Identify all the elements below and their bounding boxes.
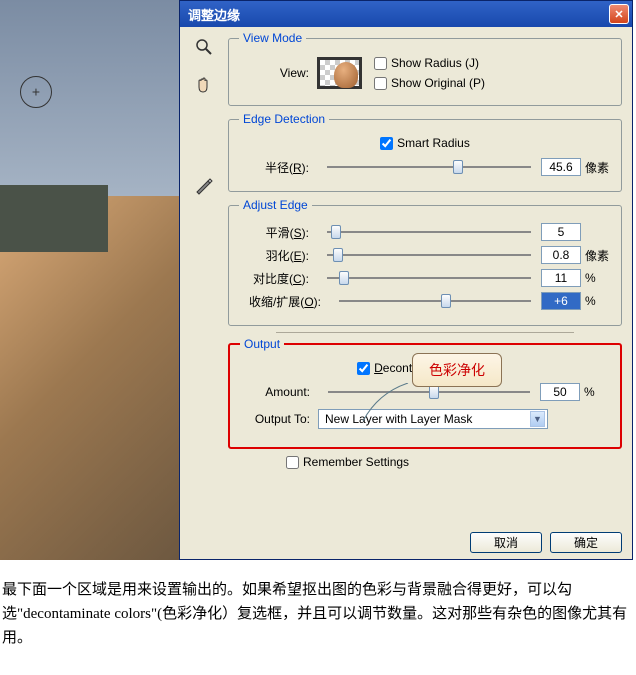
contrast-label: 对比度(C): <box>239 270 317 287</box>
hand-icon <box>194 75 214 95</box>
annotation-callout: 色彩净化 <box>412 353 502 387</box>
feather-unit: 像素 <box>585 247 611 264</box>
show-radius-check-input[interactable] <box>374 57 387 70</box>
adjust-edge-legend: Adjust Edge <box>239 198 312 212</box>
feather-slider[interactable] <box>327 254 531 256</box>
contrast-input[interactable] <box>541 269 581 287</box>
brush-icon <box>194 175 214 195</box>
view-label: View: <box>239 66 317 80</box>
feather-slider-thumb[interactable] <box>333 248 343 262</box>
edge-detection-legend: Edge Detection <box>239 112 329 126</box>
radius-slider[interactable] <box>327 166 531 168</box>
view-mode-group: View Mode View: Show Radius (J) <box>228 31 622 106</box>
smooth-slider-thumb[interactable] <box>331 225 341 239</box>
show-radius-checkbox[interactable]: Show Radius (J) <box>374 56 485 70</box>
smooth-label: 平滑(S): <box>239 224 317 241</box>
output-to-dropdown[interactable]: New Layer with Layer Mask ▼ <box>318 409 548 429</box>
contrast-slider-thumb[interactable] <box>339 271 349 285</box>
radius-slider-thumb[interactable] <box>453 160 463 174</box>
decontaminate-check-input[interactable] <box>357 362 370 375</box>
shift-slider[interactable] <box>339 300 531 302</box>
radius-input[interactable] <box>541 158 581 176</box>
contrast-slider[interactable] <box>327 277 531 279</box>
smart-radius-check-input[interactable] <box>380 137 393 150</box>
output-to-label: Output To: <box>240 412 318 426</box>
view-mode-legend: View Mode <box>239 31 306 45</box>
amount-slider-thumb[interactable] <box>429 385 439 399</box>
amount-unit: % <box>584 385 610 399</box>
output-legend: Output <box>240 337 284 351</box>
divider <box>276 332 574 333</box>
dialog-title: 调整边缘 <box>188 5 240 24</box>
callout-line <box>358 383 418 423</box>
feather-input[interactable] <box>541 246 581 264</box>
close-icon: ✕ <box>614 8 623 21</box>
smart-radius-checkbox[interactable]: Smart Radius <box>239 136 611 150</box>
show-original-check-input[interactable] <box>374 77 387 90</box>
smooth-input[interactable] <box>541 223 581 241</box>
ok-button[interactable]: 确定 <box>550 532 622 553</box>
close-button[interactable]: ✕ <box>609 4 629 24</box>
smooth-slider[interactable] <box>327 231 531 233</box>
edge-detection-group: Edge Detection Smart Radius 半径(R): <box>228 112 622 192</box>
cancel-button[interactable]: 取消 <box>470 532 542 553</box>
radius-label: 半径(R): <box>239 159 317 176</box>
refine-edge-dialog: 调整边缘 ✕ View Mode <box>179 0 633 560</box>
tools-column <box>180 27 228 559</box>
dialog-titlebar[interactable]: 调整边缘 ✕ <box>180 1 632 27</box>
refine-brush-tool[interactable] <box>192 173 216 197</box>
caption-text: 最下面一个区域是用来设置输出的。如果希望抠出图的色彩与背景融合得更好，可以勾选"… <box>0 574 636 654</box>
contrast-unit: % <box>585 271 611 285</box>
show-original-checkbox[interactable]: Show Original (P) <box>374 76 485 90</box>
amount-label: Amount: <box>240 385 318 399</box>
chevron-down-icon: ▼ <box>530 411 545 427</box>
adjust-edge-group: Adjust Edge 平滑(S): 羽化(E): 像素 对比度 <box>228 198 622 326</box>
remember-check-input[interactable] <box>286 456 299 469</box>
crosshair-cursor-icon <box>20 76 52 108</box>
amount-input[interactable] <box>540 383 580 401</box>
shift-label: 收缩/扩展(O): <box>239 293 329 310</box>
radius-unit: 像素 <box>585 159 611 176</box>
shift-input[interactable] <box>541 292 581 310</box>
shift-unit: % <box>585 294 611 308</box>
hand-tool[interactable] <box>192 73 216 97</box>
remember-settings-checkbox[interactable]: Remember Settings <box>286 455 409 469</box>
shift-slider-thumb[interactable] <box>441 294 451 308</box>
magnifier-icon <box>194 37 214 57</box>
feather-label: 羽化(E): <box>239 247 317 264</box>
zoom-tool[interactable] <box>192 35 216 59</box>
view-thumbnail[interactable] <box>317 57 362 89</box>
